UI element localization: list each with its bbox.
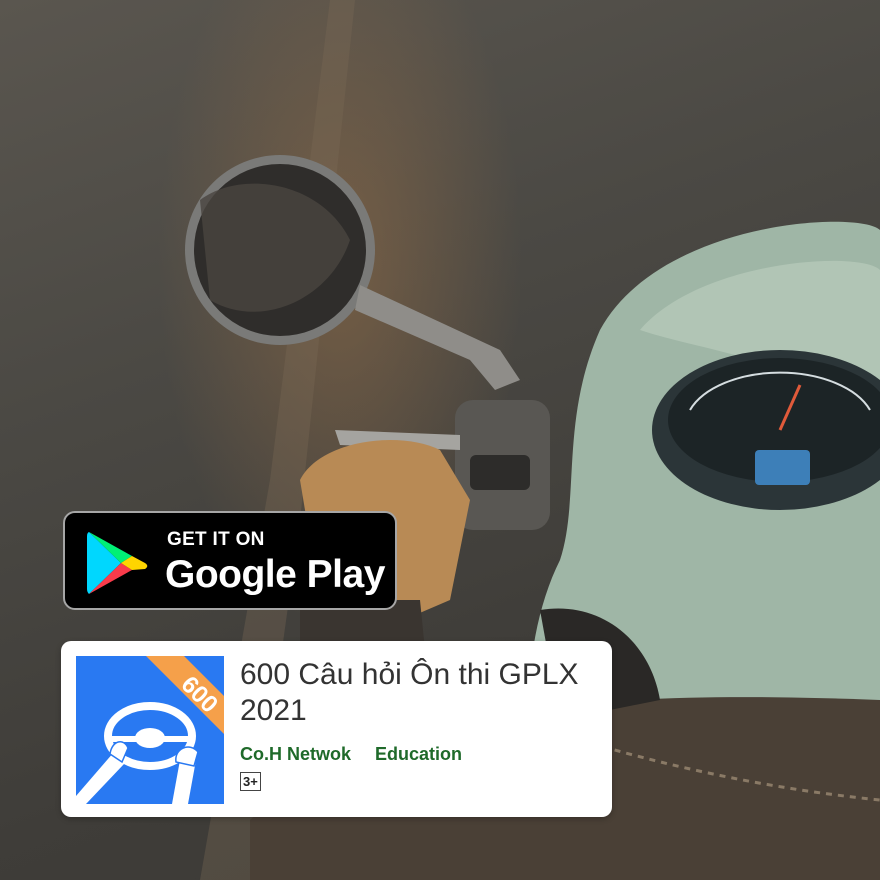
category-link[interactable]: Education (375, 744, 462, 765)
app-title: 600 Câu hỏi Ôn thi GPLX 2021 (240, 658, 579, 727)
google-play-icon (87, 532, 148, 594)
developer-link[interactable]: Co.H Netwok (240, 744, 351, 765)
steering-wheel-icon: 600 (76, 656, 224, 804)
google-play-badge[interactable]: GET IT ON Google Play (63, 511, 397, 610)
app-card[interactable]: 600 600 Câu hỏi Ôn thi GPLX 2021 Co.H Ne… (61, 641, 612, 817)
get-it-on-label: GET IT ON (167, 529, 265, 550)
app-icon: 600 (76, 656, 224, 804)
content-rating-badge: 3+ (240, 772, 261, 791)
google-play-label: Google Play (165, 553, 385, 596)
